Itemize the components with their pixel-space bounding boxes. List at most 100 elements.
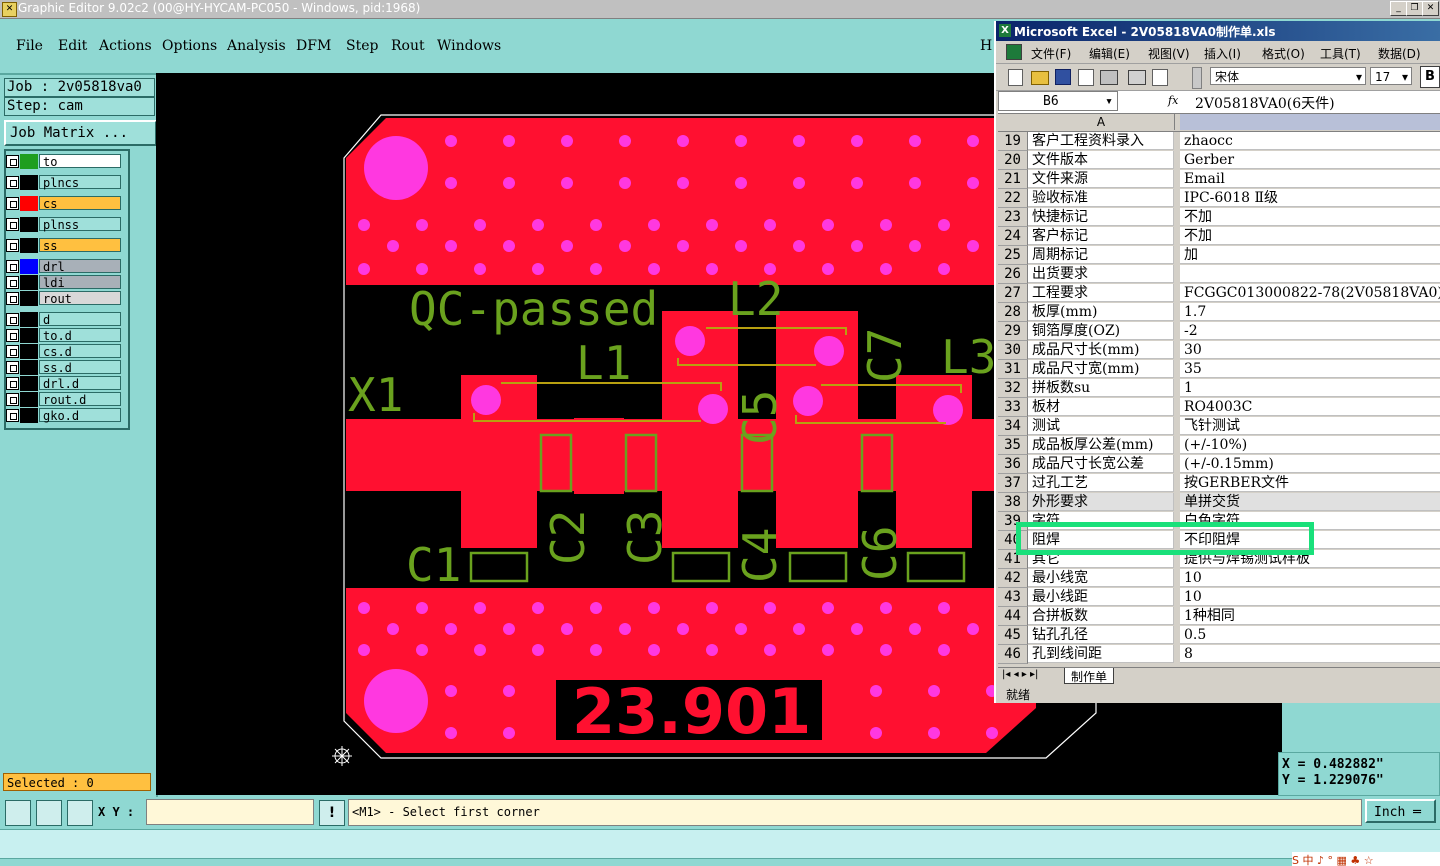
cell-a[interactable]: 过孔工艺: [1028, 474, 1174, 492]
cell-a[interactable]: 测试: [1028, 417, 1174, 435]
cell-b[interactable]: 1种相同: [1180, 607, 1440, 625]
layer-name[interactable]: cs: [39, 196, 121, 211]
menu-analysis[interactable]: Analysis: [227, 38, 286, 54]
layer-color-swatch[interactable]: [20, 154, 38, 169]
ime-tray[interactable]: S 中 ♪ ° ▦ ♣ ☆: [1292, 852, 1440, 866]
row-number[interactable]: 44: [998, 607, 1028, 626]
excel-window[interactable]: X Microsoft Excel - 2V05818VA0制作单.xls 文件…: [994, 21, 1440, 703]
cell-b[interactable]: 8: [1180, 645, 1440, 663]
row-number[interactable]: 34: [998, 417, 1028, 436]
cell-a[interactable]: 孔到线间距: [1028, 645, 1174, 663]
row-number[interactable]: 23: [998, 208, 1028, 227]
layer-color-swatch[interactable]: [20, 312, 38, 327]
layer-checkbox[interactable]: [6, 218, 19, 231]
row-number[interactable]: 26: [998, 265, 1028, 284]
layer-name[interactable]: to.d: [39, 328, 121, 343]
cell-a[interactable]: 客户标记: [1028, 227, 1174, 245]
layer-row[interactable]: to: [4, 154, 122, 169]
cell-b[interactable]: (+/-0.15mm): [1180, 455, 1440, 473]
excel-menu-insert[interactable]: 插入(I): [1204, 45, 1241, 62]
sheet-row[interactable]: 31 成品尺寸宽(mm) 35: [996, 360, 1440, 379]
excel-menu-view[interactable]: 视图(V): [1148, 45, 1190, 62]
layer-checkbox[interactable]: [6, 313, 19, 326]
cell-b[interactable]: Gerber: [1180, 151, 1440, 169]
row-number[interactable]: 33: [998, 398, 1028, 417]
job-matrix-button[interactable]: Job Matrix ...: [4, 120, 157, 146]
layer-name[interactable]: gko.d: [39, 408, 121, 423]
sheet-row[interactable]: 36 成品尺寸长宽公差 (+/-0.15mm): [996, 455, 1440, 474]
cell-b[interactable]: 1: [1180, 379, 1440, 397]
cell-b[interactable]: 35: [1180, 360, 1440, 378]
sheet-row[interactable]: 19 客户工程资料录入 zhaocc: [996, 132, 1440, 151]
print-icon[interactable]: [1128, 70, 1146, 85]
cell-a[interactable]: 钻孔孔径: [1028, 626, 1174, 644]
new-icon[interactable]: [1008, 69, 1023, 86]
layer-checkbox[interactable]: [6, 260, 19, 273]
sheet-row[interactable]: 43 最小线距 10: [996, 588, 1440, 607]
menu-step[interactable]: Step: [346, 38, 378, 54]
sheet-row[interactable]: 26 出货要求: [996, 265, 1440, 284]
layer-checkbox[interactable]: [6, 276, 19, 289]
sheet-row[interactable]: 21 文件来源 Email: [996, 170, 1440, 189]
cell-b[interactable]: 不加: [1180, 227, 1440, 245]
layer-name[interactable]: rout.d: [39, 392, 121, 407]
cell-b[interactable]: 0.5: [1180, 626, 1440, 644]
cell-a[interactable]: 板厚(mm): [1028, 303, 1174, 321]
cell-a[interactable]: 最小线宽: [1028, 569, 1174, 587]
layer-row[interactable]: ss: [4, 238, 122, 253]
cell-b[interactable]: FCGGC013000822-78(2V05818VA0)请赠: [1180, 284, 1440, 302]
sheet-row[interactable]: 24 客户标记 不加: [996, 227, 1440, 246]
sheet-row[interactable]: 30 成品尺寸长(mm) 30: [996, 341, 1440, 360]
cell-a[interactable]: 验收标准: [1028, 189, 1174, 207]
excel-menu-data[interactable]: 数据(D): [1378, 45, 1421, 62]
cell-b[interactable]: 10: [1180, 569, 1440, 587]
cell-b[interactable]: [1180, 265, 1440, 283]
layer-row[interactable]: to.d: [4, 328, 122, 343]
row-number[interactable]: 20: [998, 151, 1028, 170]
save-icon[interactable]: [1055, 69, 1071, 85]
menu-options[interactable]: Options: [162, 38, 217, 54]
font-size-select[interactable]: 17 ▾: [1370, 67, 1412, 85]
sheet-row[interactable]: 29 铜箔厚度(OZ) -2: [996, 322, 1440, 341]
sheet-row[interactable]: 25 周期标记加: [996, 246, 1440, 265]
layer-name[interactable]: plnss: [39, 217, 121, 232]
cell-a[interactable]: 合拼板数: [1028, 607, 1174, 625]
layer-checkbox[interactable]: [6, 329, 19, 342]
cell-b[interactable]: Email: [1180, 170, 1440, 188]
email-icon[interactable]: [1100, 70, 1118, 85]
cell-a[interactable]: 外形要求: [1028, 493, 1174, 511]
row-number[interactable]: 30: [998, 341, 1028, 360]
menu-rout[interactable]: Rout: [391, 38, 425, 54]
sheet-nav-icon[interactable]: |◂ ◂ ▸ ▸|: [1002, 669, 1038, 680]
cell-a[interactable]: 板材: [1028, 398, 1174, 416]
zoom-window-icon[interactable]: [5, 800, 31, 826]
layer-row[interactable]: drl.d: [4, 376, 122, 391]
layer-color-swatch[interactable]: [20, 328, 38, 343]
menu-help[interactable]: H: [980, 38, 992, 54]
row-number[interactable]: 28: [998, 303, 1028, 322]
sheet-row[interactable]: 34 测试 飞针测试: [996, 417, 1440, 436]
row-number[interactable]: 45: [998, 626, 1028, 645]
layer-name[interactable]: plncs: [39, 175, 121, 190]
cell-a[interactable]: 文件来源: [1028, 170, 1174, 188]
row-number[interactable]: 43: [998, 588, 1028, 607]
row-number[interactable]: 35: [998, 436, 1028, 455]
layer-row[interactable]: d: [4, 312, 122, 327]
layer-checkbox[interactable]: [6, 345, 19, 358]
cell-b[interactable]: 30: [1180, 341, 1440, 359]
layer-name[interactable]: drl.d: [39, 376, 121, 391]
menu-windows[interactable]: Windows: [437, 38, 501, 54]
print-preview-icon[interactable]: [1152, 69, 1168, 86]
cell-a[interactable]: 周期标记: [1028, 246, 1174, 264]
layer-color-swatch[interactable]: [20, 238, 38, 253]
cell-b[interactable]: 单拼交货: [1180, 493, 1440, 511]
layer-row[interactable]: rout: [4, 291, 122, 306]
restore-button[interactable]: ❐: [1406, 1, 1423, 16]
permission-icon[interactable]: [1078, 69, 1094, 86]
layer-checkbox[interactable]: [6, 393, 19, 406]
layer-checkbox[interactable]: [6, 292, 19, 305]
cell-a[interactable]: 工程要求: [1028, 284, 1174, 302]
layer-color-swatch[interactable]: [20, 259, 38, 274]
row-number[interactable]: 38: [998, 493, 1028, 512]
layer-color-swatch[interactable]: [20, 344, 38, 359]
